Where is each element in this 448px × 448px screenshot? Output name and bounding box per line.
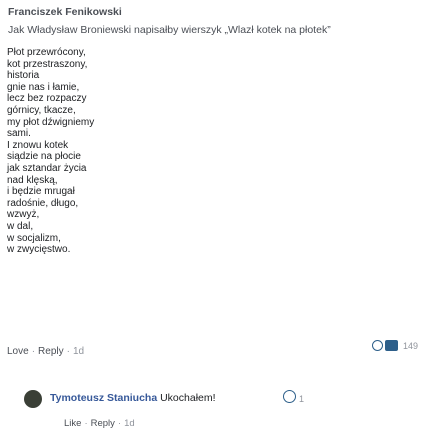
poem-lines: Płot przewrócony, kot przestraszony, histo… [7, 47, 94, 256]
poem-line: sami. [7, 128, 31, 140]
separator-dot: · [84, 418, 88, 429]
reply-timestamp[interactable]: 1d [124, 418, 135, 429]
like-icon [385, 340, 398, 351]
reaction-count[interactable]: 149 [403, 341, 418, 351]
poem-line: w socjalizm, [7, 232, 61, 244]
poem-body: Płot przewrócony, kot przestraszony, histo… [0, 44, 448, 329]
poem-line: Płot przewrócony, [7, 47, 86, 58]
reply-button[interactable]: Reply [91, 418, 115, 429]
reply-author-name[interactable]: Tymoteusz Staniucha [50, 392, 157, 404]
separator-dot: · [117, 418, 122, 429]
poem-line: jak sztandar życia [7, 162, 87, 174]
poem-line: nad klęską, [7, 174, 58, 186]
like-button[interactable]: Like [64, 418, 81, 429]
comment-title: Jak Władysław Broniewski napisałby wiers… [8, 24, 331, 36]
care-icon[interactable] [283, 390, 296, 403]
reply-text: Ukochałem! [160, 392, 216, 404]
poem-line: historia [7, 70, 40, 82]
comment-timestamp[interactable]: 1d [73, 346, 84, 357]
love-button[interactable]: Love [7, 346, 29, 357]
poem-line: w zwycięstwo. [7, 244, 71, 256]
poem-line: i będzie mrugał [7, 186, 75, 198]
avatar[interactable] [24, 390, 42, 408]
reply-comment: Tymoteusz Staniucha Ukochałem! [50, 392, 216, 404]
reactions-summary[interactable] [372, 340, 400, 351]
care-icon [372, 340, 383, 351]
poem-line: kot przestraszony, [7, 58, 88, 70]
comment-actions: Love · Reply · 1d [7, 346, 84, 357]
poem-line: siądzie na płocie [7, 151, 81, 163]
reply-actions: Like · Reply · 1d [64, 418, 135, 429]
reply-reaction-count[interactable]: 1 [299, 394, 304, 404]
poem-line: wzwyż, [7, 209, 40, 221]
poem-line: I znowu kotek [7, 139, 69, 151]
separator-dot: · [66, 346, 70, 357]
poem-line: radośnie, długo, [7, 197, 79, 209]
poem-line: lecz bez rozpaczy [7, 93, 87, 105]
comment-author[interactable]: Franciszek Fenikowski [8, 6, 122, 18]
poem-line: górnicy, tkacze, [7, 104, 76, 116]
separator-dot: · [31, 346, 36, 357]
poem-line: gnie nas i łamie, [7, 81, 80, 93]
poem-line: w dal, [7, 220, 34, 232]
reply-button[interactable]: Reply [38, 346, 64, 357]
poem-line: my płot dźwigniemy [7, 116, 95, 128]
